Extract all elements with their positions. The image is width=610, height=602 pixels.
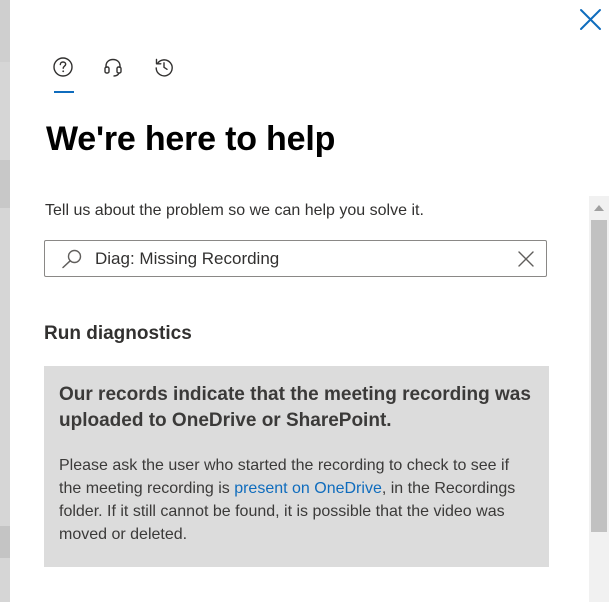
background-app-edge: [0, 0, 10, 602]
history-icon: [155, 58, 173, 77]
search-box: [44, 240, 547, 277]
result-title: Our records indicate that the meeting re…: [59, 384, 531, 431]
page-title: We're here to help: [46, 120, 336, 158]
close-icon: [580, 9, 601, 30]
diagnostic-result-card: Our records indicate that the meeting re…: [44, 366, 549, 567]
help-subtitle: Tell us about the problem so we can help…: [45, 202, 424, 219]
clear-icon: [518, 251, 534, 267]
tab-history[interactable]: [147, 50, 181, 84]
help-tabs: [46, 50, 206, 96]
close-button[interactable]: [576, 6, 604, 34]
scrollbar-thumb[interactable]: [591, 220, 607, 532]
diagnostics-heading: Run diagnostics: [44, 323, 192, 344]
help-circle-icon: [53, 57, 73, 77]
caret-up-icon: [594, 204, 604, 211]
vertical-scrollbar[interactable]: [589, 196, 609, 602]
headset-icon: [104, 58, 122, 77]
tab-contact-support[interactable]: [96, 50, 130, 84]
selected-tab-indicator: [54, 91, 74, 93]
tab-help[interactable]: [46, 50, 80, 84]
search-input[interactable]: [95, 242, 505, 275]
onedrive-link[interactable]: present on OneDrive: [234, 480, 382, 497]
scroll-up-button[interactable]: [589, 200, 609, 214]
result-body: Please ask the user who started the reco…: [59, 454, 534, 546]
clear-search-button[interactable]: [516, 249, 536, 269]
search-icon: [62, 249, 82, 269]
